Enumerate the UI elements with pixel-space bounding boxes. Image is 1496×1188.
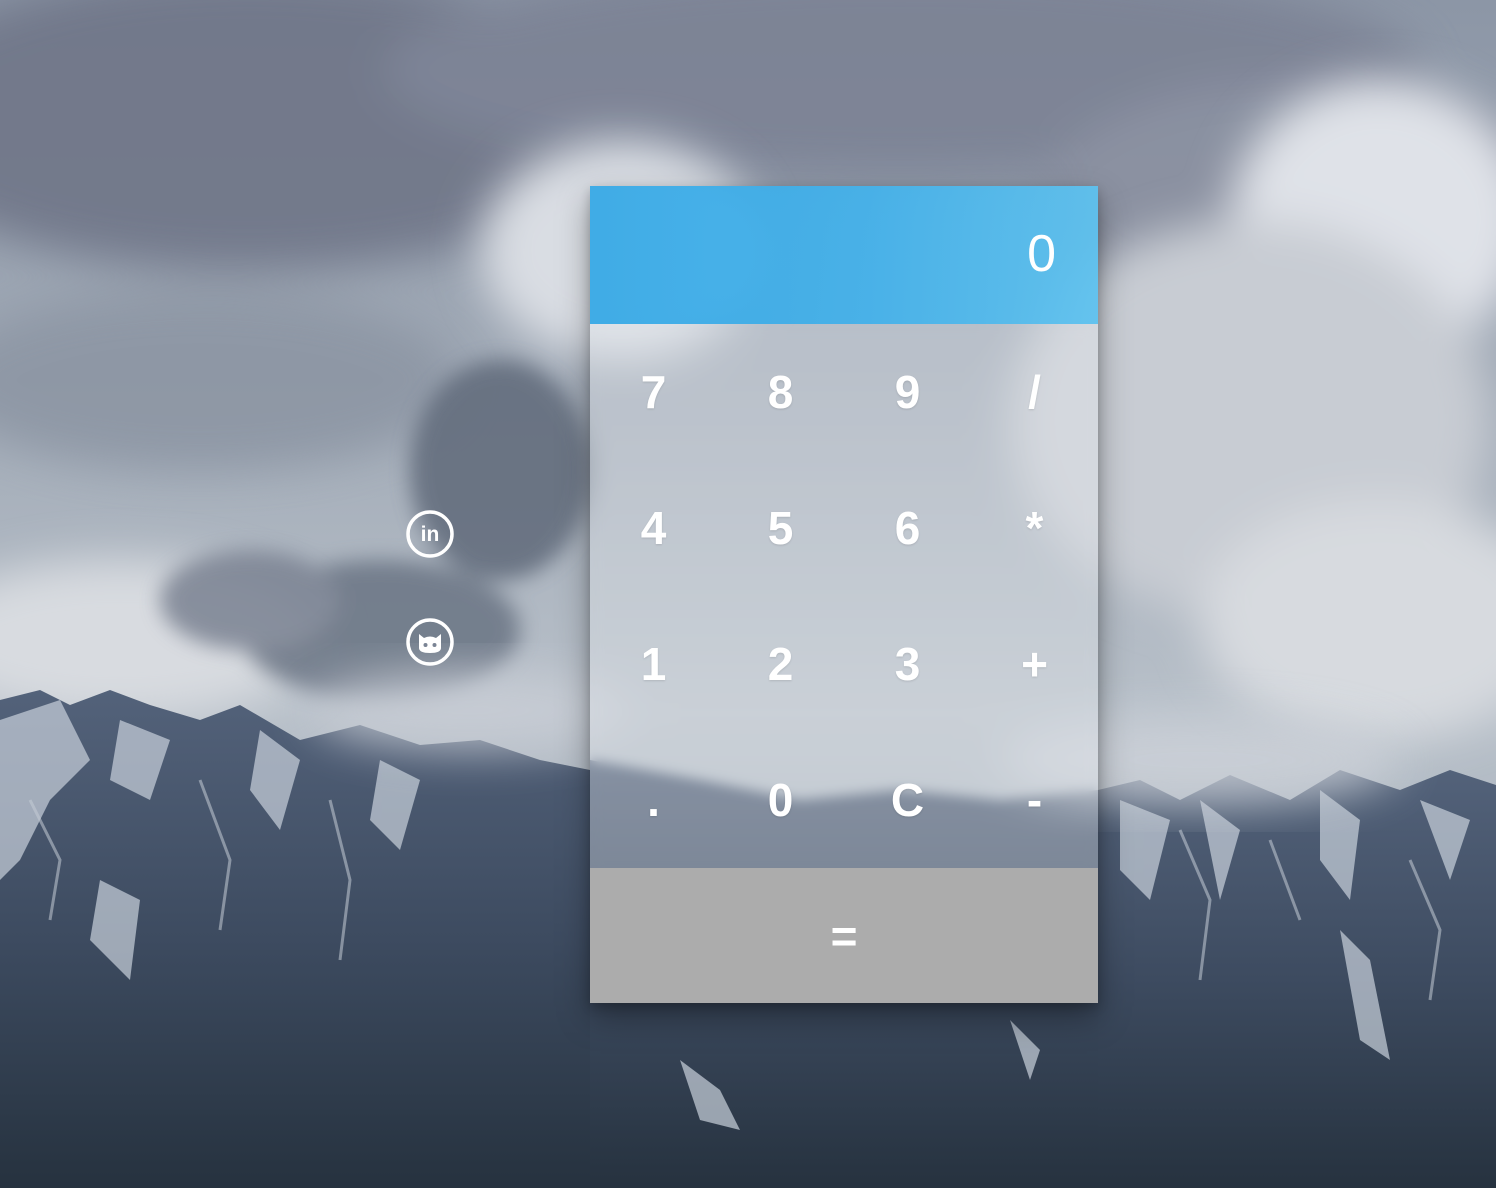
key-9[interactable]: 9	[844, 324, 971, 460]
github-link[interactable]	[405, 617, 455, 667]
linkedin-icon: in	[406, 510, 454, 558]
key-divide[interactable]: /	[971, 324, 1098, 460]
key-0[interactable]: 0	[717, 732, 844, 868]
key-3[interactable]: 3	[844, 596, 971, 732]
github-icon	[406, 618, 454, 666]
calculator: 0 7 8 9/4 5 6 * 1 2 3 +. 0 C - =	[590, 186, 1098, 1003]
keypad: 7 8 9/ 4 5 6 * 1 2 3 +. 0 C -	[590, 324, 1098, 868]
key-plus[interactable]: +	[971, 596, 1098, 732]
key-minus[interactable]: -	[971, 732, 1098, 868]
key-6[interactable]: 6	[844, 460, 971, 596]
key-1[interactable]: 1	[590, 596, 717, 732]
key-decimal[interactable]: .	[590, 732, 717, 868]
key-clear[interactable]: C	[844, 732, 971, 868]
key-2[interactable]: 2	[717, 596, 844, 732]
key-4[interactable]: 4	[590, 460, 717, 596]
svg-text:in: in	[421, 523, 440, 546]
key-7[interactable]: 7	[590, 324, 717, 460]
key-multiply[interactable]: *	[971, 460, 1098, 596]
key-5[interactable]: 5	[717, 460, 844, 596]
linkedin-link[interactable]: in	[405, 509, 455, 559]
display-value: 0	[1027, 225, 1056, 283]
calculator-display: 0	[590, 186, 1098, 324]
equals-button[interactable]: =	[590, 868, 1098, 1003]
key-8[interactable]: 8	[717, 324, 844, 460]
